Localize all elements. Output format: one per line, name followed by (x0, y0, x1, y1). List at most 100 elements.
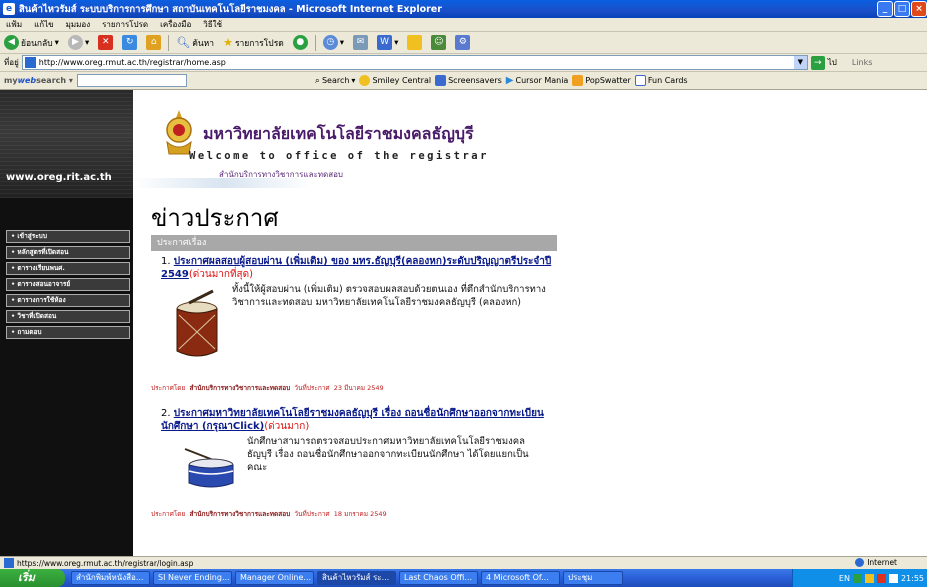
toolbar-separator (314, 34, 316, 51)
task-button[interactable]: สำนักพิมพ์หนังสือ... (71, 571, 150, 585)
refresh-icon: ↻ (122, 35, 138, 50)
tools-button[interactable]: ⚙ (453, 34, 472, 52)
menu-view[interactable]: มุมมอง (66, 18, 91, 31)
menu-file[interactable]: แฟ้ม (6, 18, 22, 31)
clock: 21:55 (900, 573, 924, 583)
sidebar-item-teaching[interactable]: • ตารางสอนอาจารย์ (6, 278, 130, 291)
card-icon (634, 75, 646, 86)
folder-button[interactable] (405, 34, 424, 52)
task-button-active[interactable]: สินค้าไหวรัมส์ ระ... (317, 571, 396, 585)
address-input[interactable]: http://www.oreg.rmut.ac.th/registrar/hom… (21, 55, 808, 70)
task-button[interactable]: 4 Microsoft Of... (481, 571, 560, 585)
stop-button[interactable]: ✕ (96, 34, 115, 52)
menu-tools[interactable]: เครื่องมือ (160, 18, 191, 31)
minimize-button[interactable]: _ (877, 1, 893, 17)
popswatter-button[interactable]: PopSwatter (572, 75, 631, 86)
edit-button[interactable]: W ▾ (375, 34, 400, 52)
ie-icon: e (3, 3, 15, 15)
menu-edit[interactable]: แก้ไข (34, 18, 54, 31)
start-button[interactable]: เริ่ม (0, 569, 65, 587)
search-label: ค้นหา (192, 38, 215, 49)
sidebar-item-rooms[interactable]: • ตารางการใช้ห้อง (6, 294, 130, 307)
urgency-badge: (ด่วนมาก) (264, 421, 310, 432)
sidebar-item-courses[interactable]: • หลักสูตรที่เปิดสอน (6, 246, 130, 259)
page-header: มหาวิทยาลัยเทคโนโลยีราชมงคลธัญบุรี Welco… (133, 90, 927, 198)
news-ribbon: ประกาศเรื่อง (151, 235, 557, 251)
sidebar-item-timetable[interactable]: • ตารางเรียนพนศ. (6, 262, 130, 275)
sidebar-item-login[interactable]: • เข้าสู่ระบบ (6, 230, 130, 243)
messenger-button[interactable]: ☺ (429, 34, 448, 52)
folder-icon (407, 35, 423, 50)
screensavers-button[interactable]: Screensavers (435, 75, 502, 86)
menu-bar: แฟ้ม แก้ไข มุมมอง รายการโปรด เครื่องมือ … (0, 18, 927, 32)
maximize-button[interactable]: □ (894, 1, 910, 17)
news-item-2-byline: ประกาศโดย สำนักบริการทางวิชาการและทดสอบ … (151, 510, 387, 518)
search-button[interactable]: 🔍︎ ค้นหา (174, 34, 216, 52)
cursor-icon: ▶ (505, 75, 514, 86)
tray-icon[interactable] (876, 573, 886, 583)
sidebar-item-faq[interactable]: • ถามตอบ (6, 326, 130, 339)
star-icon: ★ (223, 36, 233, 49)
urgency-badge: (ด่วนมากที่สุด) (188, 269, 254, 280)
university-name: มหาวิทยาลัยเทคโนโลยีราชมงคลธัญบุรี (203, 124, 474, 143)
close-button[interactable]: × (911, 1, 927, 17)
mail-icon: ✉ (353, 35, 369, 50)
news-item-1-body: ทั้งนี้ให้ผู้สอบผ่าน (เพิ่มเติม) ตรวจสอบ… (151, 281, 557, 393)
mail-button[interactable]: ✉ (351, 34, 370, 52)
toolbar: ◀ ย้อนกลับ ▾ ▶ ▾ ✕ ↻ ⌂ 🔍︎ ค้นหา ★ รายการ… (0, 32, 927, 54)
back-arrow-icon: ◀ (4, 35, 19, 50)
language-indicator[interactable]: EN (839, 574, 850, 583)
task-button[interactable]: Manager Online... (235, 571, 314, 585)
system-tray: EN 21:55 (792, 569, 927, 587)
web-search-input[interactable] (76, 74, 187, 87)
history-icon: ◷ (322, 35, 338, 50)
menu-favorites[interactable]: รายการโปรด (102, 18, 148, 31)
status-url: https://www.oreg.rmut.ac.th/registrar/lo… (17, 558, 194, 568)
go-arrow-icon[interactable]: → (810, 55, 825, 70)
globe-icon (855, 558, 865, 567)
favorites-button[interactable]: ★ รายการโปรด (221, 34, 286, 52)
favorites-label: รายการโปรด (234, 38, 284, 49)
menu-help[interactable]: วิธีใช้ (203, 18, 222, 31)
taskbar: เริ่ม สำนักพิมพ์หนังสือ... SI Never Endi… (0, 569, 927, 587)
go-button[interactable]: ไป (828, 56, 837, 69)
window-controls: _ □ × (877, 1, 927, 17)
back-button[interactable]: ◀ ย้อนกลับ ▾ (2, 34, 61, 52)
task-button[interactable]: ประชุม (563, 571, 623, 585)
news-item-1-description: ทั้งนี้ให้ผู้สอบผ่าน (เพิ่มเติม) ตรวจสอบ… (232, 284, 546, 308)
task-button[interactable]: Last Chaos Offi... (399, 571, 478, 585)
chevron-down-icon[interactable]: ▼ (793, 56, 807, 69)
refresh-button[interactable]: ↻ (120, 34, 139, 52)
toolbar-separator (168, 34, 170, 51)
media-button[interactable]: ● (291, 34, 310, 52)
tray-icon[interactable] (888, 573, 898, 583)
smiley-central-button[interactable]: Smiley Central (359, 75, 431, 86)
sidebar: www.oreg.rit.ac.th • เข้าสู่ระบบ • หลักส… (0, 90, 133, 556)
screensaver-icon (435, 75, 447, 86)
search-toolbar-button[interactable]: ⌕ Search ▾ (315, 76, 356, 86)
tray-icon[interactable] (852, 573, 862, 583)
stop-icon: ✕ (98, 35, 114, 50)
home-button[interactable]: ⌂ (144, 34, 163, 52)
task-button[interactable]: SI Never Ending... (153, 571, 232, 585)
forward-button[interactable]: ▶ ▾ (66, 34, 91, 52)
status-bar: https://www.oreg.rmut.ac.th/registrar/lo… (0, 556, 927, 569)
drum-icon (176, 289, 218, 357)
window-title: สินค้าไหวรัมส์ ระบบบริการการศึกษา สถาบัน… (19, 3, 442, 15)
news-item-2-link[interactable]: ประกาศมหาวิทยาลัยเทคโนโลยีราชมงคลธัญบุรี… (161, 408, 544, 432)
fun-cards-button[interactable]: Fun Cards (634, 75, 688, 86)
mywebsearch-toolbar: mywebsearch ▾ ⌕ Search ▾ Smiley Central S… (0, 72, 927, 90)
sidebar-item-subjects[interactable]: • วิชาที่เปิดสอน (6, 310, 130, 323)
welcome-text: Welcome to office of the registrar (189, 150, 489, 162)
cursor-mania-button[interactable]: ▶ Cursor Mania (506, 75, 569, 86)
page-title: ข่าวประกาศ (151, 204, 279, 232)
messenger-icon: ☺ (431, 35, 447, 50)
page-icon (4, 558, 14, 568)
news-item-1-title: 1. ประกาศผลสอบผู้สอบผ่าน (เพิ่มเติม) ของ… (161, 256, 552, 280)
history-button[interactable]: ◷ ▾ (321, 34, 346, 52)
back-label: ย้อนกลับ (21, 38, 53, 49)
web-page: www.oreg.rit.ac.th • เข้าสู่ระบบ • หลักส… (0, 90, 927, 556)
links-button[interactable]: Links (852, 58, 873, 67)
tray-icon[interactable] (864, 573, 874, 583)
title-bar: e สินค้าไหวรัมส์ ระบบบริการการศึกษา สถาบ… (0, 0, 927, 18)
